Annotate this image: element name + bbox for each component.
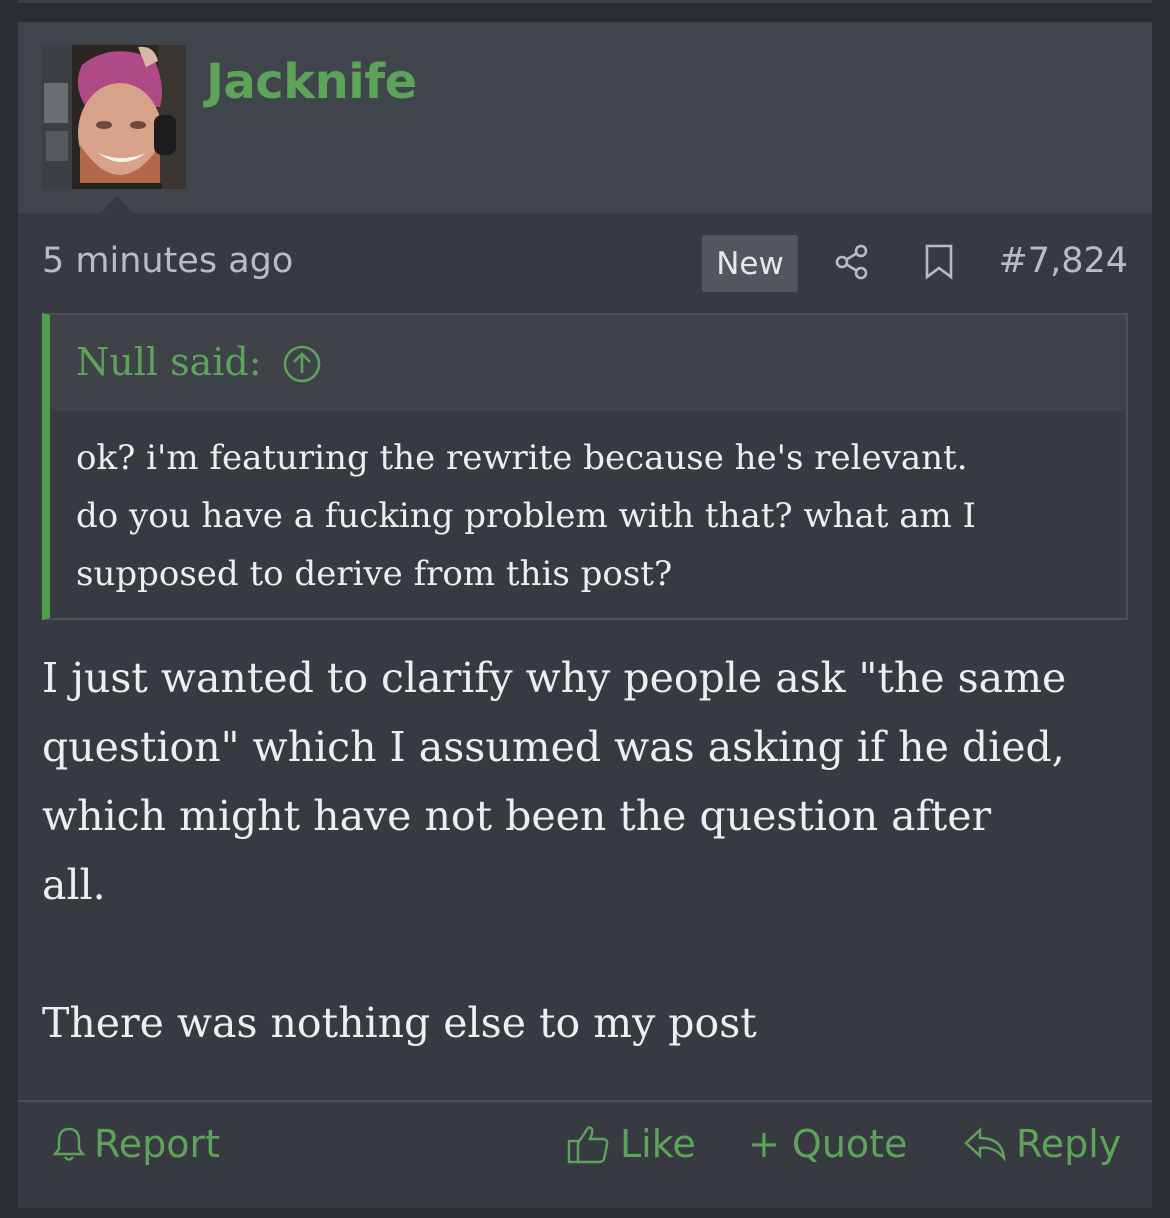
quote-label: + Quote: [748, 1122, 908, 1166]
previous-post-edge: [0, 0, 1170, 22]
like-button[interactable]: Like: [566, 1122, 696, 1166]
quote-author[interactable]: Null said:: [76, 340, 262, 384]
quote-button[interactable]: + Quote: [748, 1122, 907, 1166]
post-header: Jacknife: [18, 22, 1152, 213]
arrow-up-circle-icon[interactable]: [282, 344, 322, 388]
bell-icon: [52, 1127, 86, 1161]
message-line: I just wanted to clarify why people ask …: [42, 654, 1067, 702]
message-line: There was nothing else to my post: [42, 999, 757, 1047]
quote-text: ok? i'm featuring the rewrite because he…: [76, 429, 1116, 603]
message-line: question" which I assumed was asking if …: [42, 723, 1065, 771]
share-icon[interactable]: [833, 243, 871, 285]
avatar-pointer: [100, 196, 134, 213]
message-body: I just wanted to clarify why people ask …: [42, 644, 1132, 1058]
reply-label: Reply: [1016, 1122, 1122, 1166]
new-badge: New: [702, 235, 798, 292]
post-meta: 5 minutes ago New #7,824: [18, 213, 1152, 305]
thumbs-up-icon: [567, 1126, 609, 1164]
message-line: all.: [42, 861, 106, 909]
forum-post: Jacknife 5 minutes ago New #7,824 Null s…: [18, 22, 1152, 1208]
post-timestamp[interactable]: 5 minutes ago: [42, 241, 293, 281]
quote-line: do you have a fucking problem with that?…: [76, 496, 976, 536]
report-button[interactable]: Report: [52, 1122, 220, 1166]
reply-icon: [964, 1127, 1006, 1162]
report-label: Report: [94, 1122, 220, 1166]
post-actions: Report Like + Quote Reply: [18, 1100, 1152, 1208]
reply-button[interactable]: Reply: [962, 1122, 1121, 1166]
quote-line: supposed to derive from this post?: [76, 554, 673, 594]
bookmark-icon[interactable]: [922, 243, 956, 285]
post-number-link[interactable]: #7,824: [998, 241, 1128, 281]
quote-block: Null said: ok? i'm featuring the rewrite…: [42, 313, 1128, 620]
message-line: which might have not been the question a…: [42, 792, 992, 840]
username-link[interactable]: Jacknife: [206, 54, 417, 110]
quote-line: ok? i'm featuring the rewrite because he…: [76, 438, 968, 478]
avatar[interactable]: [42, 45, 186, 189]
like-label: Like: [620, 1122, 696, 1166]
quote-header: Null said:: [50, 315, 1126, 411]
